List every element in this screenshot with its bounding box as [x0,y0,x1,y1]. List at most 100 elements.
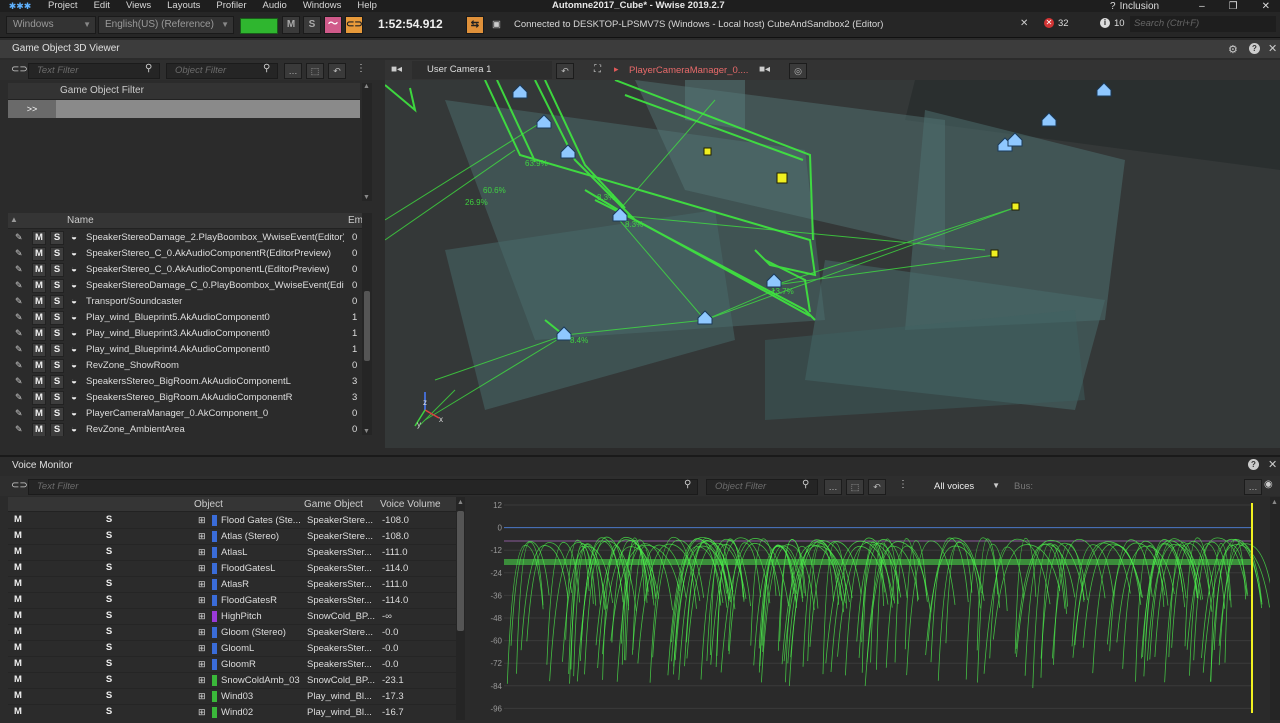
mute-button[interactable]: M [32,311,46,325]
solo-button[interactable]: S [50,231,64,245]
help-icon[interactable]: ? [1248,459,1259,470]
video-camera-icon[interactable]: ■◂ [759,64,770,75]
table-row[interactable]: ✎ M S ◒ RevZone_AmbientArea 0 [8,422,362,436]
layout-name[interactable]: Inclusion [1120,1,1159,12]
mute-button[interactable]: M [11,626,25,640]
mute-button[interactable]: M [11,674,25,688]
voice-graph[interactable]: 12 0 -12 -24 -36 -48 -60 -72 -84 -96 [470,497,1280,720]
table-row[interactable]: ✎ M S ◒ Transport/Soundcaster 0 [8,294,362,310]
solo-button[interactable]: S [50,391,64,405]
solo-button[interactable]: S [50,407,64,421]
scroll-up-icon[interactable]: ▲ [457,499,464,506]
profiler-graph-icon[interactable]: 〜 [324,16,342,34]
link-icon[interactable]: ⊂⊃ [11,480,28,491]
column-object[interactable]: Object [194,499,223,510]
voice-row[interactable]: M S ⊞ AtlasL SpeakersSter... -111.0 [8,545,456,561]
level-meter-icon[interactable] [240,18,278,34]
pin-icon[interactable]: ✎ [15,264,23,275]
filter-scrollbar[interactable]: ▲ ▼ [362,83,372,201]
solo-button[interactable]: S [102,610,116,624]
menu-views[interactable]: Views [118,0,159,12]
solo-button[interactable]: S [102,514,116,528]
object-picker-icon[interactable]: ⬚ [306,63,324,79]
camera-icon[interactable]: ■◂ [391,64,402,75]
platform-select[interactable]: Windows ▼ [6,16,96,34]
undo-icon[interactable]: ↶ [328,63,346,79]
expand-icon[interactable]: ⊞ [198,563,206,574]
mute-button[interactable]: M [11,514,25,528]
solo-button[interactable]: S [50,247,64,261]
voice-row[interactable]: M S ⊞ SnowColdAmb_03 SnowCold_BP... -23.1 [8,673,456,689]
game-object-filter-row[interactable]: >> [8,100,360,118]
object-filter-input[interactable]: Object Filter [166,63,278,79]
solo-button[interactable]: S [50,359,64,373]
voice-text-filter-input[interactable]: Text Filter [28,479,698,495]
mute-button[interactable]: M [32,375,46,389]
eye-icon[interactable]: ◉ [1264,479,1273,490]
voice-row[interactable]: M S ⊞ FloodGatesL SpeakersSter... -114.0 [8,561,456,577]
solo-button[interactable]: S [102,626,116,640]
scroll-down-icon[interactable]: ▼ [363,428,370,435]
pin-icon[interactable]: ✎ [15,312,23,323]
search-input[interactable]: Search (Ctrl+F) [1130,16,1276,32]
scrollbar-thumb[interactable] [457,511,464,631]
table-row[interactable]: ✎ M S ◒ SpeakersStereo_BigRoom.AkAudioCompon… [8,390,362,406]
game-objects-scrollbar[interactable]: ▼ [362,213,372,435]
menu-help[interactable]: Help [349,0,385,12]
more-button[interactable]: … [284,63,302,79]
pin-icon[interactable]: ✎ [15,344,23,355]
voice-row[interactable]: M S ⊞ GloomR SpeakersSter... -0.0 [8,657,456,673]
solo-button[interactable]: S [102,642,116,656]
scrollbar-thumb[interactable] [364,291,370,361]
more-button[interactable]: … [1244,479,1262,495]
minimize-icon[interactable]: – [1199,1,1205,12]
mute-button[interactable]: M [11,610,25,624]
table-row[interactable]: ✎ M S ◒ Play_wind_Blueprint4.AkAudioComponen… [8,342,362,358]
column-name[interactable]: Name [67,215,94,226]
solo-button[interactable]: S [102,674,116,688]
maximize-icon[interactable]: ❐ [1229,1,1238,12]
mute-button[interactable]: M [11,690,25,704]
error-icon[interactable]: ✕ [1044,18,1054,28]
pin-icon[interactable]: ✎ [15,248,23,259]
language-select[interactable]: English(US) (Reference) ▼ [98,16,234,34]
scroll-up-icon[interactable]: ▲ [363,83,370,90]
solo-button[interactable]: S [50,327,64,341]
kebab-menu-icon[interactable]: ⋮ [356,63,366,74]
connect-icon[interactable]: ⇆ [466,16,484,34]
column-voice-volume[interactable]: Voice Volume [380,499,441,510]
mute-button[interactable]: M [32,327,46,341]
voice-row[interactable]: M S ⊞ AtlasR SpeakersSter... -111.0 [8,577,456,593]
table-row[interactable]: ✎ M S ◒ SpeakerStereoDamage_C_0.PlayBoombox_… [8,278,362,294]
mute-button[interactable]: M [32,263,46,277]
mute-button[interactable]: M [11,594,25,608]
mute-button[interactable]: M [282,16,300,34]
dismiss-icon[interactable]: ✕ [1020,18,1028,29]
solo-button[interactable]: S [102,562,116,576]
voices-select[interactable]: All voices ▼ [928,478,1006,495]
menu-audio[interactable]: Audio [255,0,295,12]
voice-row[interactable]: M S ⊞ Flood Gates (Ste... SpeakerStere... -10… [8,513,456,529]
camera-reset-icon[interactable]: ↶ [556,63,574,79]
graph-scrollbar[interactable]: ▲ [1270,497,1280,720]
solo-button[interactable]: S [50,279,64,293]
close-icon[interactable]: ✕ [1262,1,1270,12]
expand-icon[interactable]: ⊞ [198,595,206,606]
filter-expand-button[interactable]: >> [8,100,56,118]
mute-button[interactable]: M [11,658,25,672]
table-row[interactable]: ✎ M S ◒ Play_wind_Blueprint5.AkAudioComponen… [8,310,362,326]
column-emitter[interactable]: Em [348,215,363,226]
voice-row[interactable]: M S ⊞ Wind02 Play_wind_Bl... -16.7 [8,705,456,720]
object-picker-icon[interactable]: ⬚ [846,479,864,495]
more-button[interactable]: … [824,479,842,495]
expand-icon[interactable]: ⊞ [198,659,206,670]
mute-button[interactable]: M [32,391,46,405]
solo-button[interactable]: S [102,706,116,720]
pin-icon[interactable]: ✎ [15,280,23,291]
scene-3d-svg[interactable]: 60.6% 26.9% 8.3% 8.3% 13.7% 8.4% 63.9% z… [385,80,1280,448]
help-icon[interactable]: ? [1110,1,1116,12]
solo-button[interactable]: S [102,690,116,704]
menu-project[interactable]: Project [40,0,86,12]
expand-icon[interactable]: ⊞ [198,643,206,654]
pin-icon[interactable]: ✎ [15,360,23,371]
